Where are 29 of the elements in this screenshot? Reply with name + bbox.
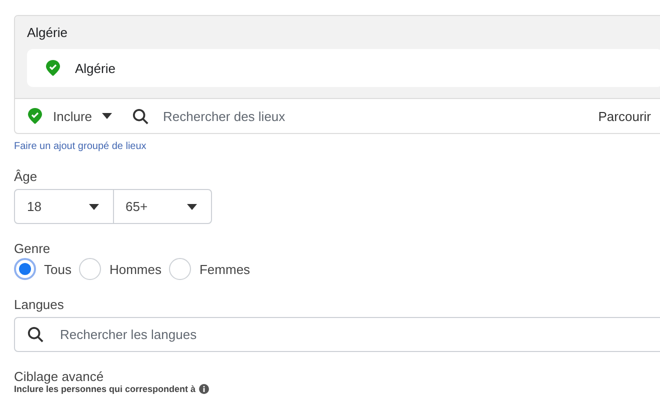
- bulk-add-link[interactable]: Faire un ajout groupé de lieux: [14, 141, 146, 152]
- include-dropdown[interactable]: Inclure: [27, 107, 112, 125]
- location-pin-icon: [27, 107, 43, 125]
- gender-label: Genre: [14, 241, 50, 256]
- caret-icon: [187, 204, 197, 210]
- browse-button[interactable]: Parcourir: [598, 108, 660, 124]
- caret-icon: [102, 113, 112, 119]
- info-icon[interactable]: [198, 384, 209, 394]
- age-min-dropdown[interactable]: 18: [15, 190, 112, 223]
- language-search-field[interactable]: Rechercher les langues: [58, 326, 660, 343]
- location-item[interactable]: Algérie: [27, 49, 660, 87]
- advanced-targeting-subtitle: Inclure les personnes qui correspondent à: [14, 384, 196, 394]
- gender-radio[interactable]: Tous: [14, 258, 72, 280]
- gender-radio[interactable]: Femmes: [169, 258, 250, 280]
- gender-radio[interactable]: Hommes: [79, 258, 162, 280]
- search-icon: [27, 326, 44, 343]
- caret-icon: [88, 204, 98, 210]
- radio-circle[interactable]: [14, 258, 36, 280]
- location-group-title: Algérie: [27, 25, 68, 40]
- location-pin-icon: [45, 59, 61, 77]
- advanced-targeting-title: Ciblage avancé: [14, 369, 105, 384]
- location-search-field[interactable]: Rechercher des lieux: [161, 108, 590, 124]
- languages-label: Langues: [14, 297, 64, 312]
- radio-circle[interactable]: [169, 258, 192, 280]
- language-search-box[interactable]: Rechercher les langues: [14, 317, 660, 352]
- age-max-dropdown[interactable]: 65+: [112, 190, 211, 223]
- search-icon: [132, 108, 150, 124]
- radio-circle[interactable]: [79, 258, 102, 280]
- age-label: Âge: [14, 169, 38, 184]
